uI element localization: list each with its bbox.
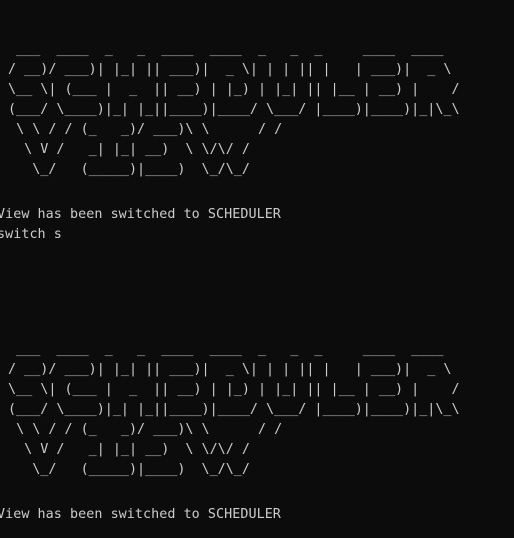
output-line-view-switched-repeat: View has been switched to SCHEDULER: [0, 507, 281, 522]
output-line-view-switched: View has been switched to SCHEDULER: [0, 207, 281, 222]
command-line-switch: switch s: [0, 227, 62, 242]
scheduler-view-ascii-banner: ___ ____ _ _ ____ ____ _ _ _ ____ ____ /…: [8, 42, 460, 177]
scheduler-view-ascii-banner-repeat: ___ ____ _ _ ____ ____ _ _ _ ____ ____ /…: [8, 342, 460, 477]
terminal-window[interactable]: ___ ____ _ _ ____ ____ _ _ _ ____ ____ /…: [0, 0, 514, 538]
